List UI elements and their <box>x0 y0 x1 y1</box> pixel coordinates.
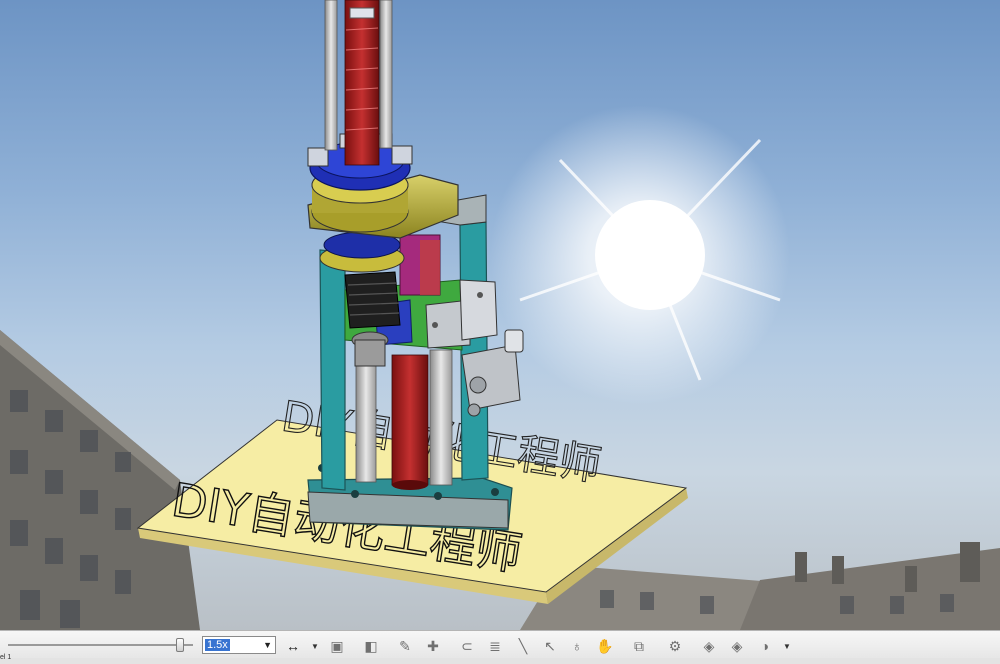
light-icon[interactable]: ♁ <box>568 637 586 655</box>
zoom-slider[interactable] <box>8 638 193 652</box>
cube-view-2-icon[interactable]: ◈ <box>728 637 746 655</box>
3d-viewport[interactable]: DIY自动化工程师 DIY自动化工程师 <box>0 0 1000 630</box>
line-icon[interactable]: ╲ <box>514 637 532 655</box>
select-arrow-icon[interactable]: ↖ <box>541 637 559 655</box>
chevron-down-icon: ▼ <box>263 640 272 650</box>
markup-icon[interactable]: ✚ <box>424 637 442 655</box>
dropdown-arrow-icon[interactable]: ▼ <box>310 637 320 655</box>
zoom-select[interactable]: 1.5x ▼ <box>202 636 276 654</box>
status-text: el 1 <box>0 654 12 661</box>
display-style-icon[interactable]: ◑ <box>756 637 774 655</box>
cube-view-icon[interactable]: ◈ <box>700 637 718 655</box>
measure-icon[interactable]: ⊂ <box>458 637 476 655</box>
zoom-value: 1.5x <box>205 639 230 651</box>
pencil-icon[interactable]: ✎ <box>396 637 414 655</box>
zoom-slider-thumb[interactable] <box>176 638 184 652</box>
camera-icon[interactable]: ⧉ <box>630 637 648 655</box>
view-orientation-icon[interactable]: ▣ <box>328 637 346 655</box>
section-view-icon[interactable]: ◧ <box>362 637 380 655</box>
bottom-toolbar: 1.5x ▼ ↔ ▼ ▣ ◧ ✎ ✚ ⊂ ≣ ╲ ↖ ♁ ✋ ⧉ ⚙ ◈ ◈ ◑… <box>0 630 1000 659</box>
hand-icon[interactable]: ✋ <box>596 637 614 655</box>
list-icon[interactable]: ≣ <box>486 637 504 655</box>
3d-scene: DIY自动化工程师 DIY自动化工程师 <box>0 0 1000 630</box>
status-bar: el 1 <box>0 654 1000 664</box>
sun-glare <box>490 105 790 405</box>
dropdown-arrow-icon[interactable]: ▼ <box>782 637 792 655</box>
background-building-left <box>0 330 200 630</box>
settings-gear-icon[interactable]: ⚙ <box>666 637 684 655</box>
fit-width-icon[interactable]: ↔ <box>284 637 302 655</box>
zoom-slider-track <box>8 644 193 646</box>
